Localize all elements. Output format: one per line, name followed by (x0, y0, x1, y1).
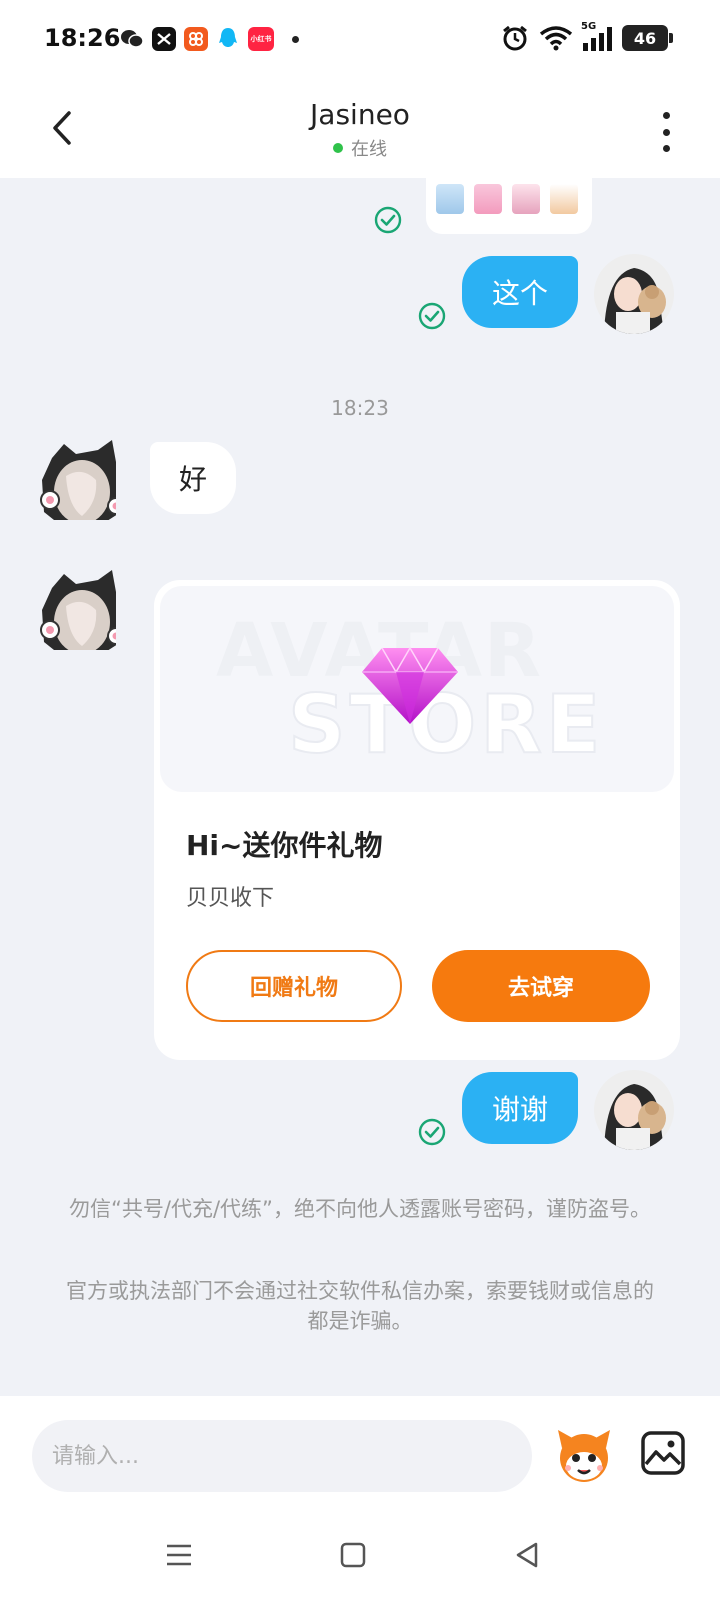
sticker-button[interactable] (554, 1426, 614, 1486)
home-icon[interactable] (338, 1540, 368, 1570)
xiaohongshu-icon: 小红书 (248, 27, 274, 51)
pink-cake-sticker-icon (474, 184, 502, 214)
online-dot-icon (333, 143, 343, 153)
status-time: 18:26 (44, 24, 121, 52)
contact-avatar[interactable] (36, 440, 116, 520)
network-type: 5G (581, 21, 597, 32)
more-dot-icon (662, 145, 670, 152)
wifi-icon (539, 26, 573, 51)
alarm-icon (503, 25, 527, 51)
more-dot-icon (662, 112, 670, 119)
signal-icon: 5G (581, 21, 612, 51)
fraud-notice: 官方或执法部门不会通过社交软件私信办案，索要钱财或信息的都是诈骗。 (66, 1279, 654, 1333)
image-message[interactable] (426, 178, 592, 234)
read-check-icon (418, 302, 446, 330)
contact-avatar[interactable] (36, 570, 116, 650)
notification-icons: 小红书 (120, 27, 299, 51)
online-status: 在线 (333, 135, 387, 161)
gift-title: Hi~送你件礼物 (186, 829, 383, 862)
image-thumbnails (436, 184, 578, 214)
try-on-button[interactable]: 去试穿 (432, 950, 650, 1022)
read-check-icon (374, 206, 402, 234)
message-input-bar (0, 1396, 720, 1506)
my-message-bubble[interactable]: 谢谢 (462, 1072, 578, 1144)
back-triangle-icon[interactable] (512, 1540, 542, 1570)
chat-messages[interactable]: 这个 18:23 好 AVATAR STORE Hi~送你件礼物 贝贝收下 (0, 178, 720, 1396)
online-status-label: 在线 (351, 139, 387, 160)
status-indicators: 5G 46 (501, 21, 673, 52)
user-photo-icon (594, 254, 674, 334)
contact-message-bubble[interactable]: 好 (150, 442, 236, 514)
menu-icon[interactable] (164, 1540, 194, 1570)
cat-frame-avatar-icon (40, 440, 116, 520)
image-icon (641, 1431, 685, 1475)
shopping-icon (184, 27, 208, 51)
chat-header: Jasineo 在线 (0, 84, 720, 178)
security-notice: 勿信“共号/代充/代练”，绝不向他人透露账号密码，谨防盗号。 (69, 1197, 651, 1221)
contact-name: Jasineo (310, 98, 410, 131)
cat-sticker-icon (512, 184, 540, 214)
user-photo-icon (594, 1070, 674, 1150)
battery-icon: 46 (622, 25, 673, 51)
message-input[interactable] (32, 1420, 532, 1492)
more-dot-icon (662, 128, 670, 136)
gift-subtitle: 贝贝收下 (186, 886, 275, 911)
system-navigation-bar (0, 1506, 720, 1604)
return-gift-button[interactable]: 回赠礼物 (186, 950, 402, 1022)
capcut-icon (152, 27, 176, 51)
qq-icon (216, 27, 240, 51)
my-message-bubble[interactable]: 这个 (462, 256, 578, 328)
read-check-icon (418, 1118, 446, 1146)
my-avatar[interactable] (594, 1070, 674, 1150)
dolphin-sticker-icon (436, 184, 464, 214)
cat-frame-avatar-icon (40, 570, 116, 650)
status-bar: 18:26 小红书 5G 46 (0, 0, 720, 84)
more-notifications-dot (292, 35, 299, 43)
my-avatar[interactable] (594, 254, 674, 334)
message-timestamp: 18:23 (331, 396, 389, 420)
diamond-gift-icon (362, 646, 458, 724)
gift-banner: AVATAR STORE (160, 586, 674, 792)
image-picker-button[interactable] (640, 1430, 686, 1476)
wechat-icon (120, 27, 144, 51)
icecream-sticker-icon (550, 184, 578, 214)
mascot-emoji-icon (558, 1430, 610, 1482)
contact-title: Jasineo 在线 (0, 98, 720, 161)
more-options-button[interactable] (656, 112, 676, 152)
gift-card[interactable]: AVATAR STORE Hi~送你件礼物 贝贝收下 回赠礼物 去试穿 (154, 580, 680, 1060)
